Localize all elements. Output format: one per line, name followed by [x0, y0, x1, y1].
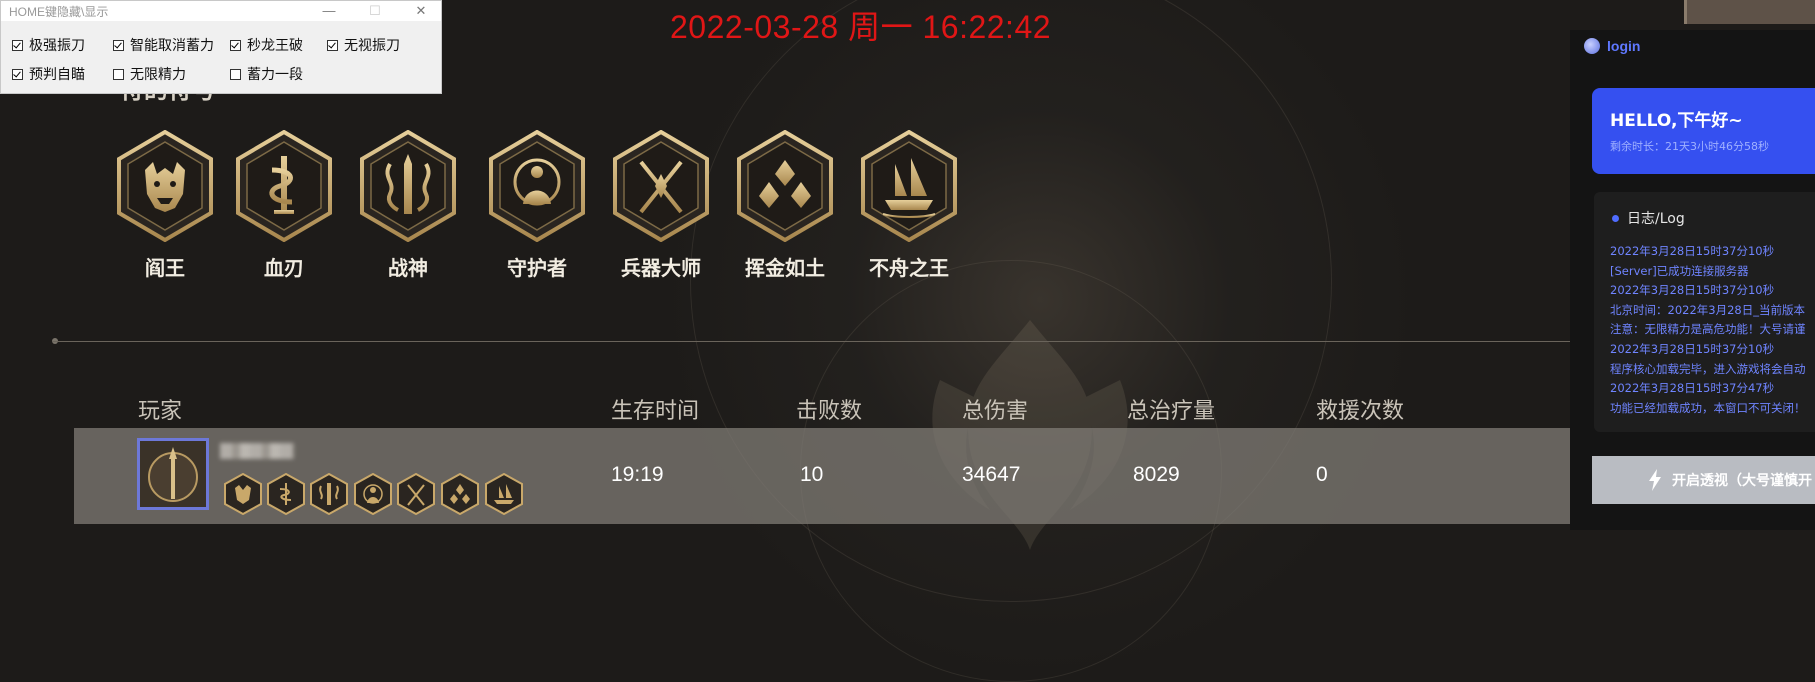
spear-icon	[148, 447, 198, 502]
log-line: 2022年3月28日15时37分10秒	[1610, 341, 1775, 356]
checkbox-box[interactable]	[327, 39, 338, 51]
option-label: 蓄力一段	[247, 66, 303, 82]
option-label: 秒龙王破	[247, 37, 303, 53]
enable-xray-button[interactable]: 开启透视（大号谨慎开	[1592, 456, 1815, 504]
twin-blades-icon	[310, 473, 348, 515]
twin-blades-icon	[360, 129, 456, 243]
hero-name: 兵器大师	[621, 256, 701, 280]
guardian-monk-icon	[354, 473, 392, 515]
gold-coins-icon	[737, 129, 833, 243]
log-line: 北京时间：2022年3月28日_当前版本	[1610, 302, 1805, 317]
option-label: 极强振刀	[29, 37, 85, 53]
log-line: 2022年3月28日15时37分10秒	[1610, 244, 1775, 258]
log-line: [Server]已成功连接服务器	[1610, 263, 1749, 278]
ship-icon	[861, 129, 957, 243]
hero-name: 血刃	[264, 256, 304, 280]
option-checkbox[interactable]: 预判自瞄	[12, 64, 85, 84]
survival-time-cell: 19:19	[611, 463, 664, 486]
player-avatar[interactable]	[137, 438, 209, 510]
header-rescues: 救援次数	[1316, 399, 1405, 424]
checkbox-box[interactable]	[12, 68, 23, 80]
header-survival-time: 生存时间	[611, 399, 700, 424]
greeting-title: HELLO,下午好~	[1610, 111, 1743, 131]
section-divider	[52, 341, 1570, 342]
option-label: 预判自瞄	[29, 66, 85, 82]
log-line: 2022年3月28日15时37分10秒	[1610, 283, 1775, 298]
hero-name: 挥金如土	[745, 256, 825, 280]
header-healing: 总治疗量	[1127, 399, 1216, 424]
checkbox-box[interactable]	[113, 68, 124, 80]
header-damage: 总伤害	[962, 399, 1029, 424]
serpent-sword-icon	[236, 129, 332, 243]
log-line: 程序核心加载完毕，进入游戏将会自动	[1610, 361, 1806, 376]
option-label: 无视振刀	[344, 37, 400, 53]
maximize-icon[interactable]: ☐	[353, 1, 397, 21]
datetime-display: 2022-03-28 周一 16:22:42	[670, 9, 1052, 45]
remaining-time: 剩余时长：21天3小时46分58秒	[1610, 140, 1769, 153]
lightning-icon	[1649, 469, 1661, 491]
option-label: 无限精力	[130, 66, 186, 82]
header-kills: 击败数	[796, 399, 863, 424]
oni-mask-icon	[224, 473, 262, 515]
hero-zhanshen[interactable]: 战神	[348, 129, 468, 281]
oni-mask-icon	[117, 129, 213, 243]
top-right-image	[1684, 0, 1815, 24]
player-name-blurred	[220, 443, 294, 459]
greeting-card: HELLO,下午好~ 剩余时长：21天3小时46分58秒	[1592, 88, 1815, 174]
option-checkbox[interactable]: 秒龙王破	[230, 35, 303, 55]
xray-button-label: 开启透视（大号谨慎开	[1672, 473, 1812, 489]
header-player: 玩家	[138, 399, 183, 424]
option-checkbox[interactable]: 智能取消蓄力	[113, 35, 214, 55]
damage-cell: 34647	[962, 463, 1021, 486]
hero-yanwang[interactable]: 阎王	[105, 129, 225, 281]
log-line: 注意：无限精力是高危功能！大号请谨	[1610, 322, 1806, 337]
crossed-weapons-icon	[613, 129, 709, 243]
hero-name: 不舟之王	[869, 256, 949, 280]
checkbox-box[interactable]	[230, 68, 241, 80]
login-link[interactable]: login	[1584, 38, 1640, 54]
hero-xueren[interactable]: 血刃	[224, 129, 344, 281]
log-header: 日志/Log	[1612, 208, 1685, 228]
gold-coins-icon	[441, 473, 479, 515]
checkbox-box[interactable]	[230, 39, 241, 51]
overlay-titlebar[interactable]: HOME键隐藏\显示 — ☐ ✕	[1, 1, 441, 21]
minimize-icon[interactable]: —	[307, 1, 351, 21]
serpent-sword-icon	[267, 473, 305, 515]
healing-cell: 8029	[1133, 463, 1180, 486]
log-card: 日志/Log 2022年3月28日15时37分10秒 [Server]已成功连接…	[1594, 192, 1815, 432]
bullet-dot-icon	[1612, 214, 1619, 222]
option-checkbox[interactable]: 极强振刀	[12, 35, 85, 55]
log-list: 2022年3月28日15时37分10秒 [Server]已成功连接服务器 202…	[1610, 242, 1806, 418]
option-checkbox[interactable]: 无视振刀	[327, 35, 400, 55]
option-checkbox[interactable]: 无限精力	[113, 64, 186, 84]
hero-name: 守护者	[507, 256, 567, 280]
log-line: 功能已经加载成功，本窗口不可关闭！	[1610, 400, 1806, 415]
option-label: 智能取消蓄力	[130, 37, 214, 53]
crossed-weapons-icon	[397, 473, 435, 515]
log-line: 2022年3月28日15时37分47秒	[1610, 381, 1775, 396]
checkbox-box[interactable]	[12, 39, 23, 51]
option-checkbox[interactable]: 蓄力一段	[230, 64, 303, 84]
overlay-title: HOME键隐藏\显示	[9, 5, 109, 19]
log-title: 日志/Log	[1627, 211, 1685, 227]
hero-buzhouzhiwang[interactable]: 不舟之王	[849, 129, 969, 281]
user-avatar-icon	[1584, 38, 1600, 54]
hero-bingqidashi[interactable]: 兵器大师	[601, 129, 721, 281]
close-icon[interactable]: ✕	[399, 1, 443, 21]
login-label: login	[1607, 38, 1641, 54]
guardian-monk-icon	[489, 129, 585, 243]
ship-icon	[485, 473, 523, 515]
rescues-cell: 0	[1316, 463, 1328, 486]
checkbox-box[interactable]	[113, 39, 124, 51]
kills-cell: 10	[800, 463, 824, 486]
hero-name: 战神	[388, 256, 428, 280]
hero-shouhuzhe[interactable]: 守护者	[477, 129, 597, 281]
hero-huijinrutu[interactable]: 挥金如土	[725, 129, 845, 281]
hero-name: 阎王	[145, 256, 185, 280]
cheat-overlay-window: HOME键隐藏\显示 — ☐ ✕ 极强振刀 智能取消蓄力 秒龙王破 无视振刀 预…	[0, 0, 442, 94]
